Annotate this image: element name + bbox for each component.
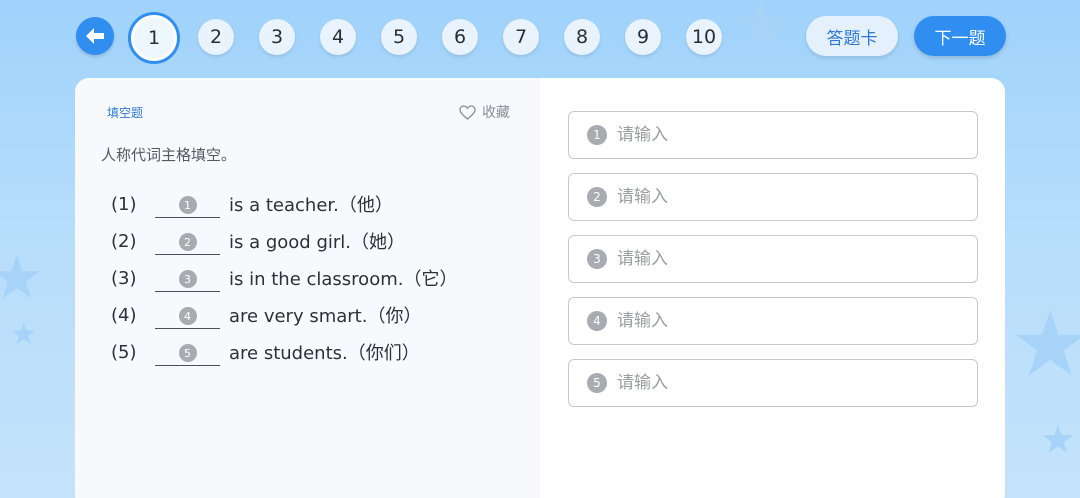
background-star-icon: ★ xyxy=(10,317,37,352)
back-arrow-icon xyxy=(86,28,104,44)
question-nav-6[interactable]: 6 xyxy=(442,19,478,55)
question-nav-9[interactable]: 9 xyxy=(625,19,661,55)
answer-field-1[interactable]: 1 xyxy=(568,111,978,159)
blank-line: 1 xyxy=(155,190,220,218)
answer-number-badge: 2 xyxy=(587,187,607,207)
answer-number-badge: 3 xyxy=(587,249,607,269)
background-star-icon: ★ xyxy=(1040,417,1076,463)
item-number: (4) xyxy=(111,304,137,326)
question-nav-7[interactable]: 7 xyxy=(503,19,539,55)
answer-field-2[interactable]: 2 xyxy=(568,173,978,221)
back-button[interactable] xyxy=(76,17,114,55)
question-pane: 填空题 收藏 人称代词主格填空。 (1) 1 is a teacher.（他） … xyxy=(75,78,540,498)
item-text: is a teacher.（他） xyxy=(229,195,393,216)
question-card: 填空题 收藏 人称代词主格填空。 (1) 1 is a teacher.（他） … xyxy=(75,78,1005,498)
item-number: (2) xyxy=(111,230,137,252)
question-item: (2) 2 is a good girl.（她） xyxy=(111,226,405,256)
answer-input-4[interactable] xyxy=(617,311,957,331)
answer-card-button[interactable]: 答题卡 xyxy=(806,16,898,56)
background-star-icon: ★ xyxy=(730,0,793,66)
item-number: (3) xyxy=(111,267,137,289)
next-question-button[interactable]: 下一题 xyxy=(914,16,1006,56)
answer-field-4[interactable]: 4 xyxy=(568,297,978,345)
background-star-icon: ★ xyxy=(0,243,44,313)
item-number: (1) xyxy=(111,193,137,215)
question-instruction: 人称代词主格填空。 xyxy=(101,146,237,164)
question-nav-10[interactable]: 10 xyxy=(686,19,722,55)
answer-field-5[interactable]: 5 xyxy=(568,359,978,407)
blank-number-badge: 5 xyxy=(178,344,197,362)
item-text: is in the classroom.（它） xyxy=(229,269,458,290)
question-nav-5[interactable]: 5 xyxy=(381,19,417,55)
answer-input-5[interactable] xyxy=(617,373,957,393)
question-nav-2[interactable]: 2 xyxy=(198,19,234,55)
blank-line: 4 xyxy=(155,301,220,329)
background-star-icon: ★ xyxy=(1010,292,1080,397)
blank-number-badge: 3 xyxy=(178,270,197,288)
blank-number-badge: 2 xyxy=(178,233,197,251)
question-item: (5) 5 are students.（你们） xyxy=(111,337,420,367)
answer-input-3[interactable] xyxy=(617,249,957,269)
item-text: are very smart.（你） xyxy=(229,306,422,327)
question-item: (1) 1 is a teacher.（他） xyxy=(111,189,393,219)
heart-icon xyxy=(459,104,476,120)
favorite-label: 收藏 xyxy=(482,105,510,121)
answer-field-3[interactable]: 3 xyxy=(568,235,978,283)
blank-number-badge: 4 xyxy=(178,307,197,325)
answer-input-1[interactable] xyxy=(617,125,957,145)
question-nav-8[interactable]: 8 xyxy=(564,19,600,55)
item-text: are students.（你们） xyxy=(229,343,420,364)
blank-line: 5 xyxy=(155,338,220,366)
question-item: (4) 4 are very smart.（你） xyxy=(111,300,421,330)
item-number: (5) xyxy=(111,341,137,363)
question-item: (3) 3 is in the classroom.（它） xyxy=(111,263,457,293)
question-nav-1[interactable]: 1 xyxy=(128,12,180,64)
question-nav-4[interactable]: 4 xyxy=(320,19,356,55)
item-text: is a good girl.（她） xyxy=(229,232,406,253)
answer-input-2[interactable] xyxy=(617,187,957,207)
answer-number-badge: 5 xyxy=(587,373,607,393)
question-type-tag: 填空题 xyxy=(107,106,144,120)
favorite-button[interactable]: 收藏 xyxy=(459,102,510,122)
blank-line: 3 xyxy=(155,264,220,292)
blank-line: 2 xyxy=(155,227,220,255)
answer-number-badge: 4 xyxy=(587,311,607,331)
blank-number-badge: 1 xyxy=(178,196,197,214)
question-nav-3[interactable]: 3 xyxy=(259,19,295,55)
answer-number-badge: 1 xyxy=(587,125,607,145)
